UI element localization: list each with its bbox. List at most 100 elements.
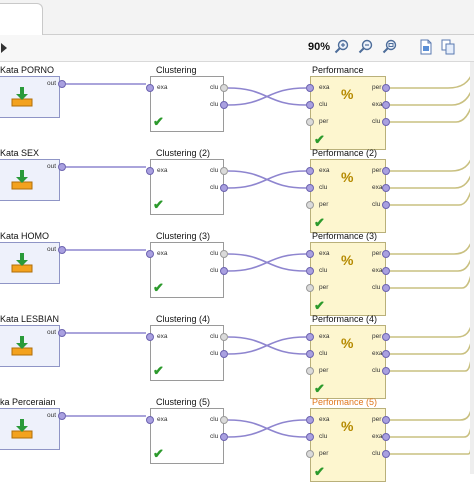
clustering-out-port-label: clu [210,433,219,440]
clustering-operator[interactable]: exa clu clu ✔ [150,159,224,215]
performance-in-port[interactable] [306,267,314,275]
performance-operator-title: Performance (5) [312,397,378,407]
wire-clustering-out[interactable] [390,429,474,455]
clustering-in-port[interactable] [146,416,154,424]
performance-in-port[interactable] [306,84,314,92]
performance-in-port[interactable] [306,167,314,175]
performance-out-port[interactable] [382,367,390,375]
performance-out-port[interactable] [382,118,390,126]
retrieve-operator[interactable]: out [0,242,60,284]
retrieve-out-port[interactable] [58,246,66,254]
wire-performance-out[interactable] [390,316,474,338]
clustering-out-port[interactable] [220,167,228,175]
wire-clustered-set[interactable] [227,170,307,189]
performance-operator[interactable]: exa clu per per exa clu% ✔ [310,159,386,233]
retrieve-operator[interactable]: out [0,76,60,118]
process-tab[interactable] [0,3,43,35]
clustering-in-port-label: exa [157,416,168,423]
clustering-out-port[interactable] [220,84,228,92]
performance-out-port[interactable] [382,450,390,458]
wire-clustering-out[interactable] [390,263,474,289]
performance-out-port[interactable] [382,201,390,209]
retrieve-out-port[interactable] [58,329,66,337]
zoom-out-icon[interactable] [358,39,374,55]
retrieve-operator[interactable]: out [0,159,60,201]
document-icon[interactable] [418,39,434,55]
performance-operator[interactable]: exa clu per per exa clu% ✔ [310,325,386,399]
performance-out-port-label: per [372,416,382,423]
clustering-operator[interactable]: exa clu clu ✔ [150,325,224,381]
vertical-scrollbar[interactable] [470,62,474,474]
performance-in-port[interactable] [306,250,314,258]
clustering-out-port[interactable] [220,433,228,441]
performance-in-port[interactable] [306,367,314,375]
performance-in-port[interactable] [306,101,314,109]
wire-clustering-out[interactable] [390,346,474,372]
wire-performance-out[interactable] [390,233,474,255]
wire-clustered-set[interactable] [227,253,307,272]
performance-out-port[interactable] [382,250,390,258]
clustering-in-port[interactable] [146,167,154,175]
performance-out-port[interactable] [382,84,390,92]
performance-in-port[interactable] [306,284,314,292]
retrieve-operator[interactable]: out [0,325,60,367]
clustering-out-port[interactable] [220,416,228,424]
play-icon[interactable] [1,43,7,53]
wire-example-out[interactable] [390,331,474,355]
performance-operator[interactable]: exa clu per per exa clu% ✔ [310,76,386,150]
clustering-operator[interactable]: exa clu clu ✔ [150,76,224,132]
check-icon: ✔ [153,280,164,295]
performance-operator[interactable]: exa clu per per exa clu% ✔ [310,242,386,316]
wire-performance-out[interactable] [390,150,474,172]
performance-out-port[interactable] [382,333,390,341]
performance-in-port[interactable] [306,184,314,192]
zoom-in-icon[interactable] [334,39,350,55]
wire-example-out[interactable] [390,82,474,106]
wire-clustering-out[interactable] [390,97,474,123]
performance-operator[interactable]: exa clu per per exa clu% ✔ [310,408,386,482]
clustering-out-port-label: clu [210,350,219,357]
performance-in-port[interactable] [306,118,314,126]
clustering-in-port[interactable] [146,250,154,258]
performance-in-port[interactable] [306,433,314,441]
clustering-out-port[interactable] [220,267,228,275]
retrieve-out-port[interactable] [58,80,66,88]
clustering-operator[interactable]: exa clu clu ✔ [150,408,224,464]
retrieve-out-port-label: out [47,246,57,253]
wire-clustering-out[interactable] [390,180,474,206]
wire-clustered-set[interactable] [227,336,307,355]
process-canvas[interactable]: Kata PORNO out Clustering exa clu clu ✔ Perform… [0,62,474,482]
performance-out-port[interactable] [382,267,390,275]
performance-out-port[interactable] [382,167,390,175]
performance-out-port[interactable] [382,101,390,109]
wire-example-out[interactable] [390,414,474,438]
clustering-out-port[interactable] [220,333,228,341]
wire-performance-out[interactable] [390,67,474,89]
performance-out-port[interactable] [382,284,390,292]
clustering-out-port[interactable] [220,101,228,109]
clustering-out-port[interactable] [220,350,228,358]
retrieve-operator[interactable]: out [0,408,60,450]
zoom-fit-icon[interactable] [382,39,398,55]
performance-in-port[interactable] [306,350,314,358]
performance-in-port[interactable] [306,450,314,458]
retrieve-out-port[interactable] [58,163,66,171]
copy-icon[interactable] [440,39,456,55]
clustering-out-port[interactable] [220,250,228,258]
download-icon [11,336,33,356]
clustering-out-port[interactable] [220,184,228,192]
performance-out-port[interactable] [382,433,390,441]
performance-out-port[interactable] [382,184,390,192]
retrieve-out-port[interactable] [58,412,66,420]
performance-out-port[interactable] [382,350,390,358]
performance-in-port[interactable] [306,416,314,424]
performance-in-port[interactable] [306,333,314,341]
wire-performance-out[interactable] [390,399,474,421]
clustering-in-port[interactable] [146,84,154,92]
performance-in-port[interactable] [306,201,314,209]
wire-clustered-set[interactable] [227,87,307,106]
wire-clustered-set[interactable] [227,419,307,438]
performance-out-port[interactable] [382,416,390,424]
clustering-operator[interactable]: exa clu clu ✔ [150,242,224,298]
clustering-in-port[interactable] [146,333,154,341]
